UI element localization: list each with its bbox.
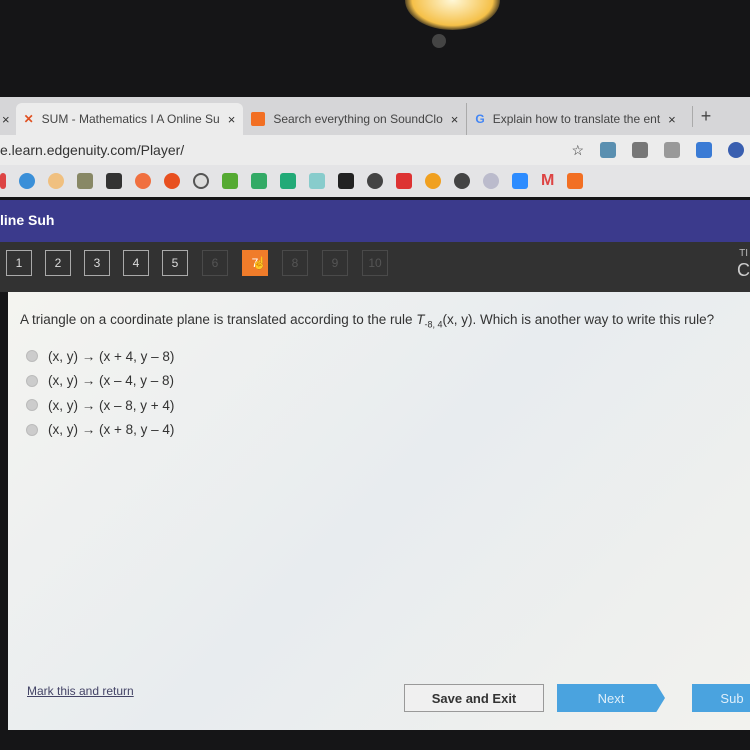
bookmark-icon[interactable] <box>0 173 6 189</box>
next-button[interactable]: Next <box>557 684 665 712</box>
soundcloud-icon <box>251 112 266 126</box>
radio-button[interactable] <box>26 350 38 363</box>
globe-icon[interactable] <box>454 173 470 189</box>
address-bar[interactable]: e.learn.edgenuity.com/Player/ ☆ <box>0 135 750 165</box>
submit-button[interactable]: Sub <box>692 684 750 712</box>
tab-bar: × ✕ SUM - Mathematics I A Online Su × Se… <box>0 97 750 135</box>
question-6-button[interactable]: 6 <box>202 250 228 276</box>
bookmark-icon[interactable] <box>280 173 296 189</box>
question-10-button[interactable]: 10 <box>362 250 388 276</box>
rule-args: (x, y) <box>442 312 473 327</box>
tab-label: SUM - Mathematics I A Online Su <box>41 112 220 126</box>
close-icon[interactable]: × <box>451 112 459 127</box>
gmail-icon[interactable]: M <box>541 172 554 190</box>
play-icon[interactable] <box>425 173 441 189</box>
question-1-button[interactable]: 1 <box>6 250 32 276</box>
video-icon[interactable] <box>512 173 528 189</box>
answer-options: (x, y) → (x + 4, y – 8) (x, y) → (x – 4,… <box>26 344 174 442</box>
radio-button[interactable] <box>26 399 38 412</box>
bookmark-icon[interactable] <box>19 173 35 189</box>
bookmark-icon[interactable] <box>77 173 93 189</box>
question-5-button[interactable]: 5 <box>162 250 188 276</box>
question-panel: A triangle on a coordinate plane is tran… <box>8 292 750 730</box>
url-text[interactable]: e.learn.edgenuity.com/Player/ <box>0 142 184 158</box>
bookmark-icon[interactable] <box>396 173 412 189</box>
rule-subscript: -8, 4 <box>424 319 443 330</box>
bookmark-icon[interactable] <box>164 173 180 189</box>
edgenuity-icon: ✕ <box>23 112 34 126</box>
question-3-button[interactable]: 3 <box>84 250 110 276</box>
question-nav: 1 2 3 4 5 6 7 ☝ 8 9 10 TI C <box>0 242 750 292</box>
bookmark-icon[interactable] <box>48 173 64 189</box>
close-tab-icon[interactable]: × <box>0 106 16 127</box>
question-suffix: . Which is another way to write this rul… <box>472 312 715 327</box>
star-icon[interactable]: ☆ <box>571 142 584 159</box>
timer-label: TI <box>739 248 748 259</box>
radio-button[interactable] <box>26 423 38 436</box>
hand-cursor-icon: ☝ <box>252 256 267 270</box>
app-header: line Suh <box>0 200 750 242</box>
answer-option[interactable]: (x, y) → (x – 8, y + 4) <box>26 393 174 418</box>
webcam <box>432 34 446 48</box>
option-label: (x, y) → (x – 4, y – 8) <box>48 373 175 389</box>
bookmark-icon[interactable] <box>222 173 238 189</box>
google-icon: G <box>475 112 485 126</box>
bookmark-icon[interactable] <box>338 173 354 189</box>
option-label: (x, y) → (x + 8, y – 4) <box>48 422 175 438</box>
new-tab-button[interactable]: + <box>691 105 711 127</box>
tab-label: Search everything on SoundClo <box>273 112 443 126</box>
tab-soundcloud[interactable]: Search everything on SoundClo × <box>243 103 466 135</box>
answer-option[interactable]: (x, y) → (x – 4, y – 8) <box>26 369 174 394</box>
user-name: line Suh <box>0 212 55 228</box>
question-8-button[interactable]: 8 <box>282 250 308 276</box>
bookmark-icon[interactable] <box>251 173 267 189</box>
extension-icon[interactable] <box>600 141 616 158</box>
question-text: A triangle on a coordinate plane is tran… <box>20 312 714 330</box>
question-9-button[interactable]: 9 <box>322 250 348 276</box>
bookmarks-bar: M <box>0 165 750 197</box>
puzzle-icon[interactable] <box>696 141 712 158</box>
timer-value: C <box>737 260 750 280</box>
soundcloud-icon[interactable] <box>567 173 584 189</box>
radio-button[interactable] <box>26 374 38 387</box>
question-4-button[interactable]: 4 <box>123 250 149 276</box>
question-2-button[interactable]: 2 <box>45 250 71 276</box>
question-7-button[interactable]: 7 ☝ <box>242 250 268 276</box>
extension-icon[interactable] <box>632 141 648 158</box>
answer-option[interactable]: (x, y) → (x + 4, y – 8) <box>26 344 174 369</box>
option-label: (x, y) → (x + 4, y – 8) <box>48 348 175 364</box>
bookmark-icon[interactable] <box>193 173 209 189</box>
tab-edgenuity[interactable]: ✕ SUM - Mathematics I A Online Su × <box>15 103 244 135</box>
tab-label: Explain how to translate the ent <box>492 112 661 126</box>
globe-icon[interactable] <box>367 173 383 189</box>
close-icon[interactable]: × <box>228 112 236 127</box>
rule-symbol: T <box>416 312 425 327</box>
profile-avatar[interactable] <box>728 141 744 158</box>
lamp-reflection <box>405 0 500 30</box>
tab-google[interactable]: G Explain how to translate the ent × <box>466 103 683 135</box>
question-prefix: A triangle on a coordinate plane is tran… <box>20 312 417 327</box>
extension-icon[interactable] <box>664 141 680 158</box>
answer-option[interactable]: (x, y) → (x + 8, y – 4) <box>26 418 174 443</box>
bookmark-icon[interactable] <box>135 173 151 189</box>
close-icon[interactable]: × <box>668 112 676 127</box>
bookmark-icon[interactable] <box>483 173 499 189</box>
bookmark-icon[interactable] <box>309 173 325 189</box>
book-icon[interactable] <box>106 173 122 189</box>
mark-and-return-link[interactable]: Mark this and return <box>27 684 134 698</box>
save-and-exit-button[interactable]: Save and Exit <box>404 684 544 712</box>
option-label: (x, y) → (x – 8, y + 4) <box>48 397 175 413</box>
